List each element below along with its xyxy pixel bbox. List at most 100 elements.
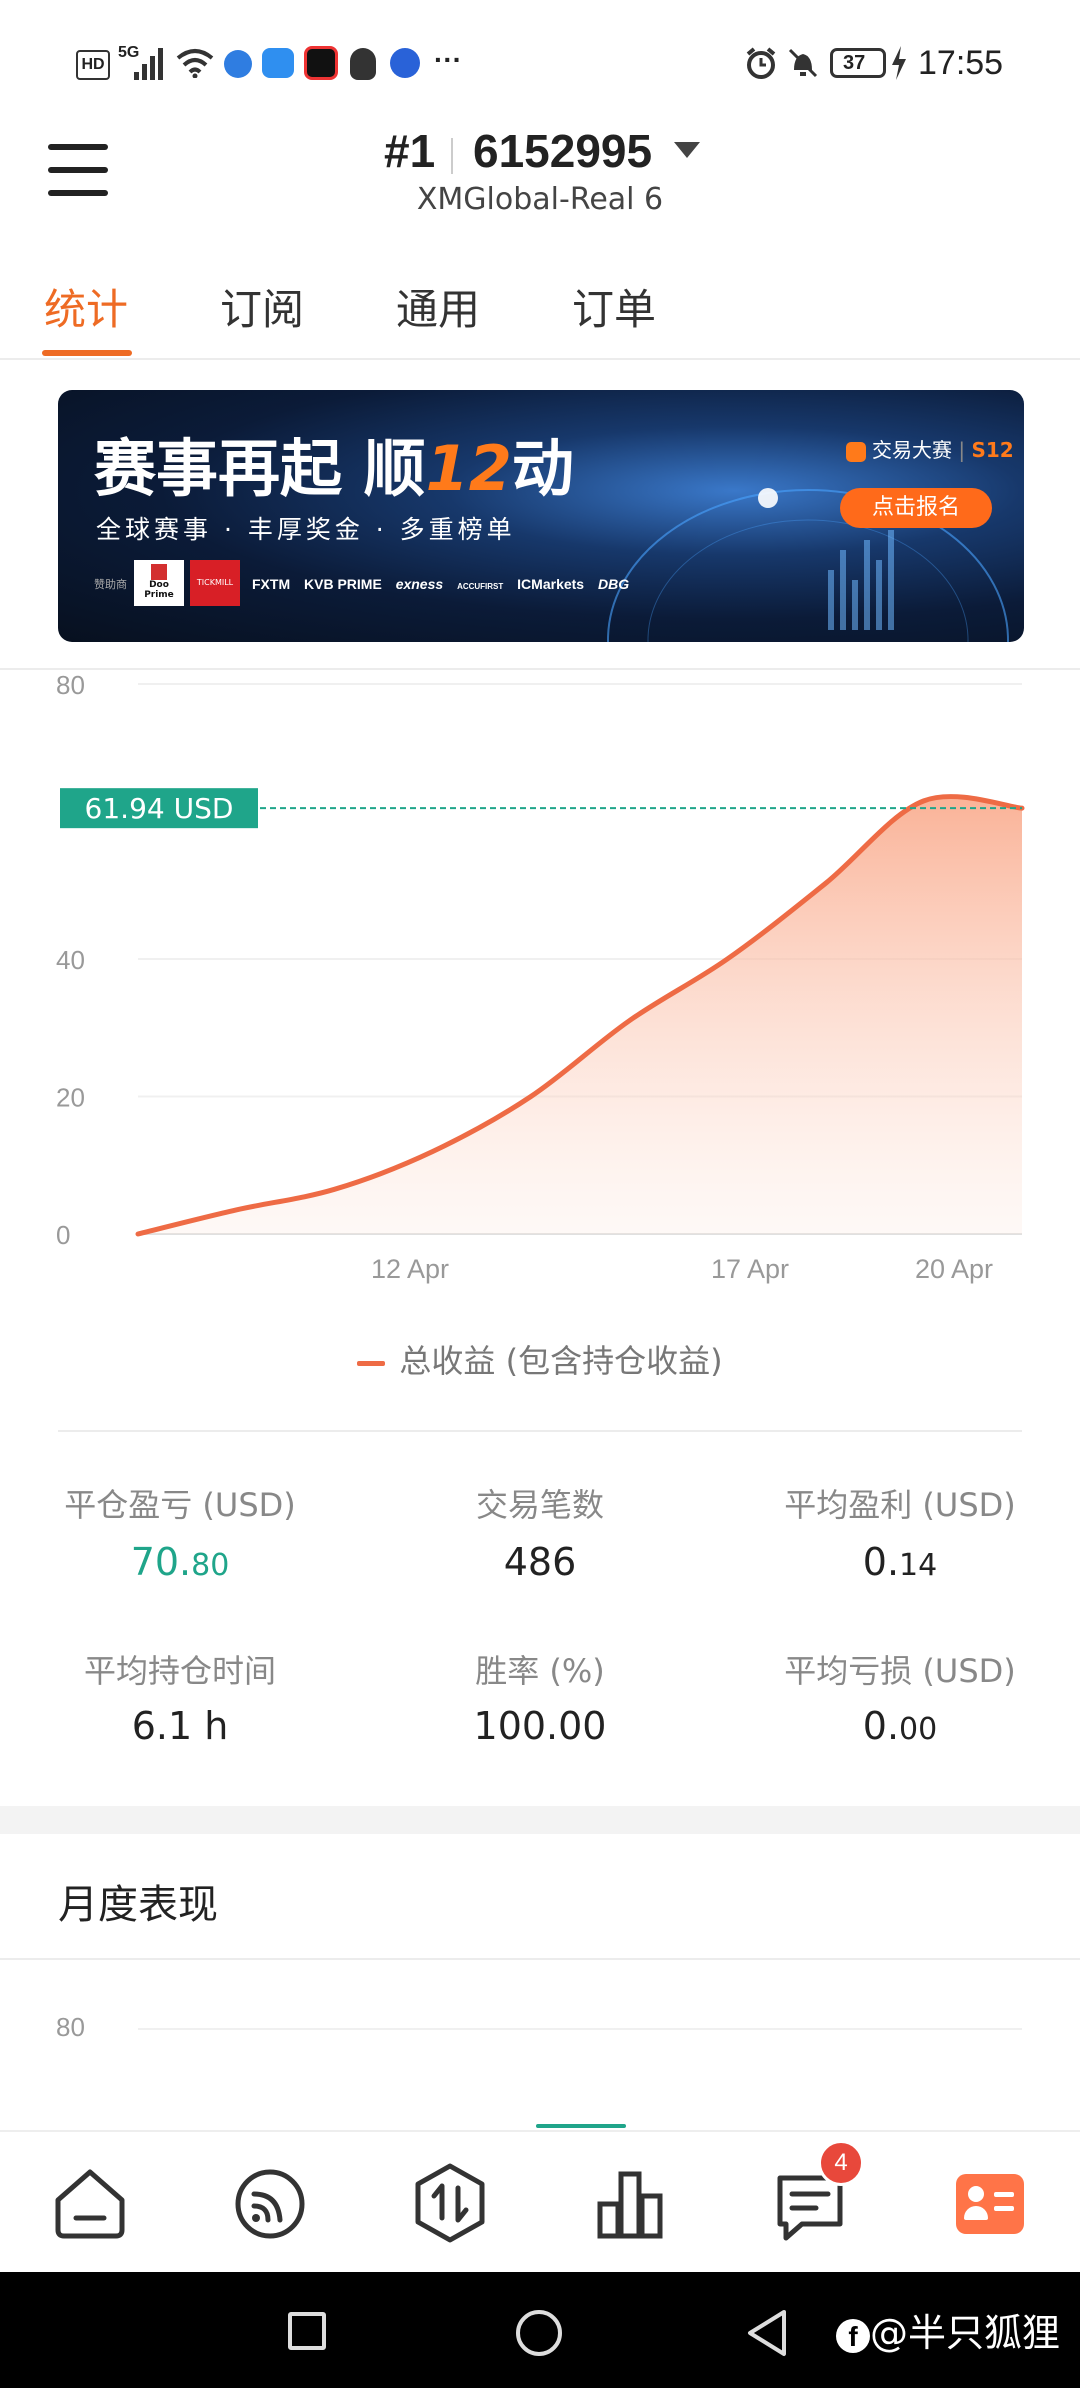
sponsor-name: TICKMILL: [196, 578, 234, 587]
chevron-down-icon: [674, 142, 700, 158]
sponsor-name: DBG: [597, 576, 630, 592]
value-int: 486: [503, 1540, 577, 1584]
charging-icon: [892, 46, 906, 80]
trade-icon[interactable]: [412, 2162, 488, 2244]
value-dec: 00: [899, 1712, 938, 1747]
value-dec: 14: [899, 1548, 938, 1583]
value-dec: 80: [191, 1548, 230, 1583]
promo-banner[interactable]: 赛事再起 顺12动 全球赛事 · 丰厚奖金 · 多重榜单 交易大赛 | S12 …: [58, 390, 1024, 642]
stats-grid: 平仓盈亏 (USD) 70.80 交易笔数 486 平均盈利 (USD) 0.1…: [0, 1470, 1080, 1770]
section-gap: [0, 1806, 1080, 1834]
value-int: 100.00: [473, 1704, 607, 1748]
account-selector[interactable]: #1 6152995 XMGlobal-Real 6: [0, 120, 1080, 230]
y-tick-label: 80: [56, 670, 85, 700]
profile-icon[interactable]: [956, 2174, 1024, 2234]
watermark: f @半只狐狸: [836, 2302, 1060, 2357]
brand-logo-icon: [846, 441, 866, 462]
banner-subline: 全球赛事 · 丰厚奖金 · 多重榜单: [96, 515, 516, 544]
recent-apps-button[interactable]: [288, 2312, 326, 2350]
hd-badge: HD: [76, 50, 110, 80]
scroll-indicator: [536, 2124, 626, 2128]
mute-bell-icon: [788, 48, 818, 78]
tab-general[interactable]: 通用: [396, 276, 480, 337]
active-tab-indicator: [42, 350, 132, 356]
account-number: #1: [384, 125, 436, 177]
x-tick-label: 20 Apr: [915, 1254, 993, 1284]
stat-value-win-rate: 100.00: [380, 1704, 700, 1748]
sponsor-label: 赞助商: [94, 578, 127, 591]
legend-label: 总收益 (包含持仓收益): [399, 1342, 723, 1380]
home-button[interactable]: [516, 2310, 562, 2356]
facebook-icon: f: [836, 2318, 870, 2353]
title-separator: [451, 138, 453, 174]
browser-app-icon: [224, 50, 252, 78]
brand-name: 交易大赛: [872, 438, 952, 462]
stat-value-trade-count: 486: [380, 1540, 700, 1584]
tab-subscribe[interactable]: 订阅: [220, 276, 304, 337]
tab-orders[interactable]: 订单: [572, 276, 656, 337]
sponsor-name: ACCUFIRST: [457, 582, 504, 591]
value-int: 6.1 h: [131, 1704, 229, 1748]
series-area: [138, 796, 1022, 1234]
qq-app-icon: [350, 48, 376, 80]
sponsor-row: FXTM KVB PRIME exness ACCUFIRST ICMarket…: [252, 576, 629, 592]
battery-indicator: 37: [830, 48, 886, 78]
watermark-text: @半只狐狸: [870, 2311, 1061, 2355]
cloud-app-icon: [262, 48, 294, 78]
legend-divider: [58, 1430, 1022, 1432]
monthly-divider: [0, 1958, 1080, 1960]
stat-label-avg-profit: 平均盈利 (USD): [784, 1486, 1016, 1524]
message-badge: 4: [818, 2140, 864, 2186]
legend-swatch: [357, 1360, 386, 1366]
more-notifications: ···: [434, 44, 462, 75]
monthly-section-title: 月度表现: [58, 1882, 218, 1928]
baidu-app-icon: [390, 48, 420, 78]
bottom-navigation: 4: [0, 2130, 1080, 2274]
headline-number: 12: [425, 432, 512, 505]
profit-chart: 0 20 40 80 12 Apr 17 Apr 20 Apr 61.94 USD: [56, 670, 1025, 1284]
monthly-gridline: [138, 2028, 1022, 2030]
headline-text-end: 动: [511, 432, 574, 505]
stat-value-avg-hold-time: 6.1 h: [20, 1704, 340, 1748]
signup-button[interactable]: 点击报名: [840, 488, 992, 528]
value-int: 0.: [862, 1540, 900, 1584]
chart-icon[interactable]: [592, 2166, 668, 2242]
chart-legend[interactable]: 总收益 (包含持仓收益): [0, 1336, 1080, 1382]
tab-divider: [0, 358, 1080, 360]
stat-label-avg-loss: 平均亏损 (USD): [784, 1652, 1016, 1690]
stat-value-avg-loss: 0.00: [740, 1704, 1060, 1748]
monthly-ytick: 80: [56, 2012, 85, 2042]
signal-icon[interactable]: [232, 2166, 308, 2242]
x-tick-label: 17 Apr: [711, 1254, 789, 1284]
stat-label-closed-pnl: 平仓盈亏 (USD): [64, 1486, 296, 1524]
home-icon[interactable]: [52, 2166, 128, 2242]
sponsor-name: exness: [395, 576, 444, 592]
sponsor-name: Doo Prime: [144, 580, 174, 600]
tab-statistics[interactable]: 统计: [44, 276, 128, 337]
signal-bars-icon: [134, 48, 163, 80]
sponsor-name: FXTM: [252, 576, 291, 592]
system-navigation-bar: f @半只狐狸: [0, 2272, 1080, 2388]
sponsor-name: ICMarkets: [517, 576, 585, 592]
brand-season: S12: [971, 438, 1014, 462]
status-bar: HD 5G ··· 37 17:55: [0, 0, 1080, 120]
sponsor-doo-prime: Doo Prime: [134, 560, 184, 606]
stat-label-win-rate: 胜率 (%): [475, 1652, 605, 1690]
banner-brand: 交易大赛 | S12: [846, 434, 1014, 463]
stat-value-closed-pnl: 70.80: [20, 1540, 340, 1584]
stat-label-trade-count: 交易笔数: [475, 1486, 604, 1524]
wifi-icon: [176, 49, 214, 78]
clock: 17:55: [918, 44, 1004, 82]
sponsor-tickmill: TICKMILL: [190, 560, 240, 606]
current-value-label: 61.94 USD: [85, 792, 234, 825]
server-name: XMGlobal-Real 6: [416, 182, 664, 217]
headline-text: 赛事再起 顺: [94, 432, 426, 505]
account-id: 6152995: [473, 125, 653, 177]
globe-graphic: [607, 488, 1009, 642]
tab-bar: 统计 订阅 通用 订单: [0, 260, 1080, 360]
battery-level: 37: [843, 52, 866, 74]
value-int: 70.: [130, 1540, 192, 1584]
back-button[interactable]: [744, 2308, 790, 2358]
y-tick-label: 0: [56, 1220, 70, 1250]
stat-value-avg-profit: 0.14: [740, 1540, 1060, 1584]
